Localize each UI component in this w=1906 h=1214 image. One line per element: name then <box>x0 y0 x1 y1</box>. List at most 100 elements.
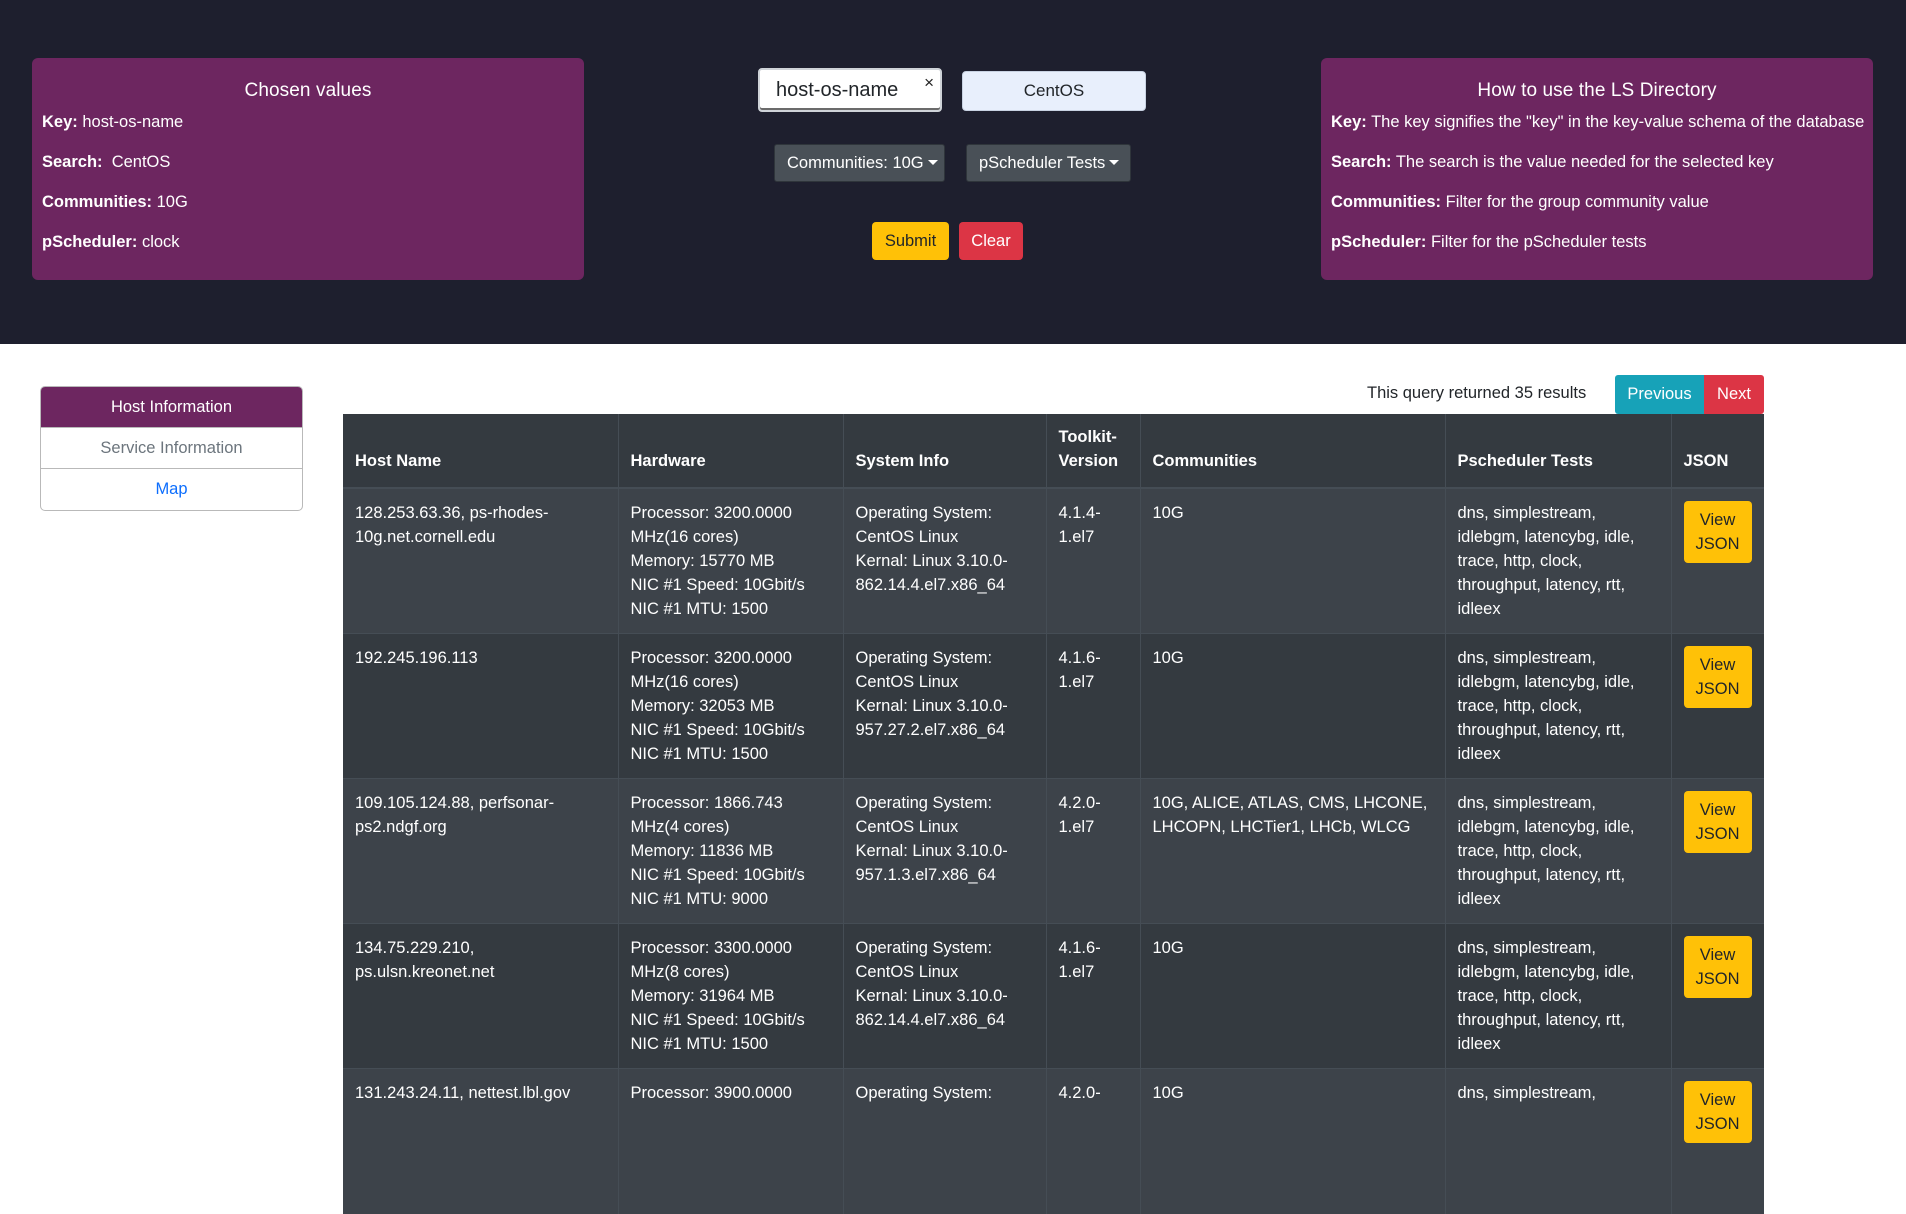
help-title: How to use the LS Directory <box>1477 80 1717 101</box>
next-button[interactable]: Next <box>1704 375 1764 414</box>
pscheduler-dropdown[interactable]: pScheduler Tests <box>966 144 1131 182</box>
key-select-value: host-os-name <box>776 79 899 101</box>
pscheduler-dropdown-label: pScheduler Tests <box>979 154 1106 172</box>
chosen-search-label: Search: <box>42 153 103 171</box>
table-row: 131.243.24.11, nettest.lbl.gov Processor… <box>343 1068 1764 1214</box>
pscheduler-tests-cell: dns, simplestream, idlebgm, latencybg, i… <box>1445 923 1672 1069</box>
column-header: System Info <box>843 414 1047 489</box>
sidebar-item-service-information[interactable]: Service Information <box>41 428 302 469</box>
toolkit-version-cell: 4.1.4-1.el7 <box>1046 487 1141 634</box>
hardware-cell: Processor: 3300.0000 MHz(8 cores) Memory… <box>618 923 844 1069</box>
chosen-key-label: Key: <box>42 113 78 131</box>
pscheduler-tests-cell: dns, simplestream, idlebgm, latencybg, i… <box>1445 487 1672 634</box>
results-count: This query returned 35 results <box>1367 384 1587 402</box>
hardware-cell: Processor: 3200.0000 MHz(16 cores) Memor… <box>618 633 844 779</box>
search-input[interactable]: CentOS <box>962 71 1146 111</box>
json-cell: View JSON <box>1671 923 1764 1069</box>
submit-button[interactable]: Submit <box>872 222 949 260</box>
column-header: Pscheduler Tests <box>1445 414 1672 489</box>
system-info-cell: Operating System: CentOS Linux Kernal: L… <box>843 633 1047 779</box>
toolkit-version-cell: 4.2.0-1.el7 <box>1046 778 1141 924</box>
chosen-values-title: Chosen values <box>244 80 372 101</box>
system-info-cell: Operating System: CentOS Linux Kernal: L… <box>843 778 1047 924</box>
column-header: JSON <box>1671 414 1764 489</box>
help-key-text: The key signifies the "key" in the key-v… <box>1371 113 1865 131</box>
host-name-cell: 109.105.124.88, perfsonar-ps2.ndgf.org <box>343 778 619 924</box>
sidebar-nav: Host Information Service Information Map <box>40 386 303 511</box>
communities-cell: 10G <box>1140 1068 1446 1214</box>
help-search-label: Search: <box>1331 153 1392 171</box>
caret-down-icon <box>927 159 938 165</box>
previous-button[interactable]: Previous <box>1615 375 1704 414</box>
chosen-pscheduler-value: clock <box>141 233 180 251</box>
json-cell: View JSON <box>1671 633 1764 779</box>
column-header: Toolkit- Version <box>1046 414 1141 489</box>
communities-cell: 10G <box>1140 487 1446 634</box>
system-info-cell: Operating System: CentOS Linux Kernal: L… <box>843 923 1047 1069</box>
help-pscheduler-text: Filter for the pScheduler tests <box>1430 233 1647 251</box>
view-json-button[interactable]: View JSON <box>1683 501 1752 563</box>
system-info-cell: Operating System: <box>843 1068 1047 1214</box>
chosen-search-value: CentOS <box>111 153 171 171</box>
hardware-cell: Processor: 1866.743 MHz(4 cores) Memory:… <box>618 778 844 924</box>
host-name-cell: 134.75.229.210, ps.ulsn.kreonet.net <box>343 923 619 1069</box>
help-communities-text: Filter for the group community value <box>1445 193 1709 211</box>
chosen-values-card: Chosen values Key: host-os-name Search: … <box>32 58 584 280</box>
toolkit-version-cell: 4.1.6-1.el7 <box>1046 633 1141 779</box>
sidebar-item-host-information[interactable]: Host Information <box>41 387 302 428</box>
communities-cell: 10G <box>1140 923 1446 1069</box>
key-select-input[interactable]: host-os-name × <box>758 68 942 112</box>
chosen-key-value: host-os-name <box>82 113 184 131</box>
help-communities-row: Communities: Filter for the group commun… <box>1331 192 1863 212</box>
chosen-key-row: Key: host-os-name <box>42 112 574 132</box>
caret-down-icon <box>1109 159 1120 165</box>
view-json-button[interactable]: View JSON <box>1683 791 1752 853</box>
host-name-cell: 128.253.63.36, ps-rhodes-10g.net.cornell… <box>343 487 619 634</box>
toolkit-version-cell: 4.1.6-1.el7 <box>1046 923 1141 1069</box>
table-header-row: Host Name Hardware System Info Toolkit- … <box>343 414 1764 489</box>
help-pscheduler-row: pScheduler: Filter for the pScheduler te… <box>1331 232 1863 252</box>
chosen-pscheduler-label: pScheduler: <box>42 233 138 251</box>
json-cell: View JSON <box>1671 1068 1764 1214</box>
view-json-button[interactable]: View JSON <box>1683 1081 1752 1143</box>
chosen-communities-value: 10G <box>156 193 188 211</box>
query-header: Chosen values Key: host-os-name Search: … <box>0 0 1906 344</box>
close-icon[interactable]: × <box>924 74 934 92</box>
toolkit-version-cell: 4.2.0- <box>1046 1068 1141 1214</box>
json-cell: View JSON <box>1671 778 1764 924</box>
json-cell: View JSON <box>1671 487 1764 634</box>
view-json-button[interactable]: View JSON <box>1683 936 1752 998</box>
help-card: How to use the LS Directory Key: The key… <box>1321 58 1873 280</box>
hosts-table: Host Name Hardware System Info Toolkit- … <box>343 414 1764 1214</box>
help-communities-label: Communities: <box>1331 193 1442 211</box>
chosen-communities-label: Communities: <box>42 193 153 211</box>
chosen-communities-row: Communities: 10G <box>42 192 574 212</box>
communities-cell: 10G <box>1140 633 1446 779</box>
communities-dropdown-label: Communities: 10G <box>787 154 924 172</box>
pscheduler-tests-cell: dns, simplestream, <box>1445 1068 1672 1214</box>
help-key-row: Key: The key signifies the "key" in the … <box>1331 112 1865 132</box>
system-info-cell: Operating System: CentOS Linux Kernal: L… <box>843 487 1047 634</box>
communities-dropdown[interactable]: Communities: 10G <box>774 144 945 182</box>
table-row: 192.245.196.113 Processor: 3200.0000 MHz… <box>343 633 1764 779</box>
hardware-cell: Processor: 3200.0000 MHz(16 cores) Memor… <box>618 487 844 634</box>
help-search-row: Search: The search is the value needed f… <box>1331 152 1863 172</box>
host-name-cell: 192.245.196.113 <box>343 633 619 779</box>
hardware-cell: Processor: 3900.0000 <box>618 1068 844 1214</box>
communities-cell: 10G, ALICE, ATLAS, CMS, LHCONE, LHCOPN, … <box>1140 778 1446 924</box>
pscheduler-tests-cell: dns, simplestream, idlebgm, latencybg, i… <box>1445 778 1672 924</box>
column-header: Communities <box>1140 414 1446 489</box>
column-header: Host Name <box>343 414 619 489</box>
view-json-button[interactable]: View JSON <box>1683 646 1752 708</box>
column-header: Hardware <box>618 414 844 489</box>
pscheduler-tests-cell: dns, simplestream, idlebgm, latencybg, i… <box>1445 633 1672 779</box>
table-row: 134.75.229.210, ps.ulsn.kreonet.net Proc… <box>343 923 1764 1069</box>
clear-button[interactable]: Clear <box>959 222 1023 260</box>
chosen-search-row: Search: CentOS <box>42 152 574 172</box>
host-name-cell: 131.243.24.11, nettest.lbl.gov <box>343 1068 619 1214</box>
help-key-label: Key: <box>1331 113 1367 131</box>
chosen-pscheduler-row: pScheduler: clock <box>42 232 574 252</box>
sidebar-item-map[interactable]: Map <box>41 469 302 510</box>
table-row: 128.253.63.36, ps-rhodes-10g.net.cornell… <box>343 487 1764 634</box>
help-pscheduler-label: pScheduler: <box>1331 233 1427 251</box>
